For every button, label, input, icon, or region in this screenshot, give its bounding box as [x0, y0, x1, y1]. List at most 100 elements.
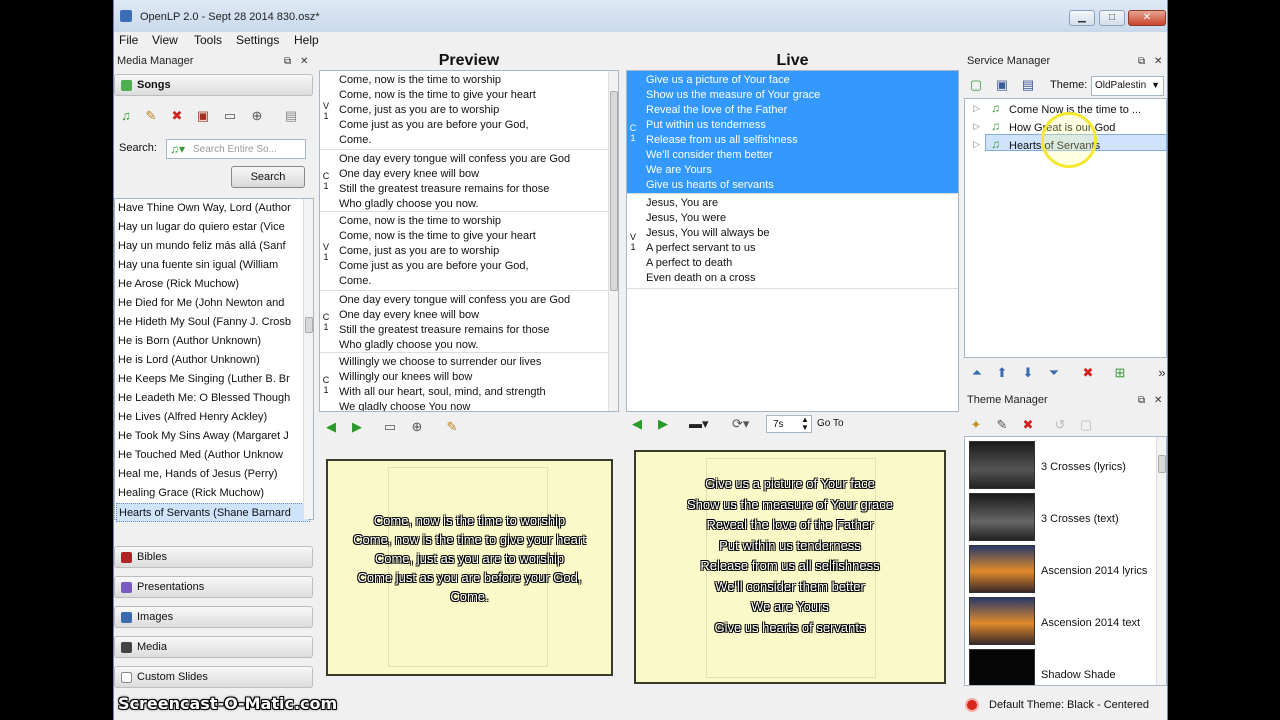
menu-help[interactable]: Help [294, 33, 319, 47]
theme-thumbnail[interactable] [969, 441, 1035, 489]
song-list-item[interactable]: He Died for Me (John Newton and [118, 294, 298, 313]
preview-blank-icon[interactable]: ▭ [382, 420, 398, 433]
theme-scrollbar[interactable] [1156, 437, 1166, 685]
song-list-item[interactable]: He Lives (Alfred Henry Ackley) [118, 408, 298, 427]
edit-theme-icon[interactable]: ✎ [994, 418, 1010, 431]
delete-item-icon[interactable]: ✖ [1080, 366, 1096, 379]
menu-view[interactable]: View [152, 33, 178, 47]
song-list-item[interactable]: Hearts of Servants (Shane Barnard [116, 503, 310, 522]
theme-name[interactable]: Shadow Shade [1041, 669, 1116, 681]
slide-item[interactable]: C 1 Willingly we choose to surrender our … [320, 353, 608, 411]
close-button[interactable]: ✕ [1128, 10, 1166, 26]
close-panel-icon[interactable]: ✕ [1154, 53, 1162, 70]
song-list-item[interactable]: Hay un lugar do quiero estar (Vice [118, 218, 298, 237]
presentations-tab[interactable]: Presentations [114, 576, 313, 598]
search-type-icon[interactable]: ♫▾ [170, 142, 185, 156]
preview-scrollbar[interactable] [608, 71, 618, 411]
slide-item[interactable]: V 1 Jesus, You are Jesus, You were Jesus, Y… [627, 194, 958, 289]
song-list-item[interactable]: He Keeps Me Singing (Luther B. Br [118, 370, 298, 389]
new-service-icon[interactable]: ▢ [968, 78, 984, 91]
song-list-scrollbar[interactable] [303, 199, 313, 519]
images-tab[interactable]: Images [114, 606, 313, 628]
preview-edit-icon[interactable]: ✎ [444, 420, 460, 433]
theme-name[interactable]: 3 Crosses (text) [1041, 513, 1119, 525]
expand-arrow-icon[interactable]: ▷ [973, 103, 980, 114]
float-icon[interactable]: ⧉ [284, 53, 291, 70]
song-list-item[interactable]: Hay un mundo feliz más allá (Sanf [118, 237, 298, 256]
save-service-icon[interactable]: ▤ [1020, 78, 1036, 91]
search-button[interactable]: Search [231, 166, 305, 188]
preview-icon[interactable]: ▣ [195, 109, 211, 122]
theme-name[interactable]: 3 Crosses (lyrics) [1041, 461, 1126, 473]
export-theme-icon[interactable]: ▢ [1078, 418, 1094, 431]
move-top-icon[interactable]: ⏶ [969, 366, 985, 379]
song-list-item[interactable]: He is Lord (Author Unknown) [118, 351, 298, 370]
theme-thumbnail[interactable] [969, 545, 1035, 593]
slide-item[interactable]: C 1 One day every tongue will confess you… [320, 291, 608, 353]
scroll-thumb[interactable] [305, 317, 313, 333]
songs-tab[interactable]: Songs [114, 74, 313, 96]
slide-item[interactable]: C 1 Give us a picture of Your face Show us… [627, 71, 958, 194]
slide-item[interactable]: C 1 One day every tongue will confess you… [320, 150, 608, 212]
delete-song-icon[interactable]: ✖ [169, 109, 185, 122]
song-list-item[interactable]: Hay una fuente sin igual (William [118, 256, 298, 275]
theme-scroll-thumb[interactable] [1158, 455, 1166, 473]
media-tab[interactable]: Media [114, 636, 313, 658]
song-list-item[interactable]: Have Thine Own Way, Lord (Author [118, 199, 298, 218]
search-input[interactable]: ♫▾ Search Entire So... [166, 139, 306, 159]
open-service-icon[interactable]: ▣ [994, 78, 1010, 91]
float-icon[interactable]: ⧉ [1138, 53, 1145, 70]
live-prev-icon[interactable]: ◀ [629, 417, 645, 430]
edit-song-icon[interactable]: ✎ [143, 109, 159, 122]
live-next-icon[interactable]: ▶ [655, 417, 671, 430]
song-list-item[interactable]: He Leadeth Me: O Blessed Though [118, 389, 298, 408]
more-icon[interactable]: » [1154, 366, 1167, 379]
display-mode-icon[interactable]: ▬▾ [689, 417, 709, 430]
delay-spinbox[interactable]: 7s ▲ ▼ [766, 415, 812, 433]
song-list-item[interactable]: He Touched Med (Author Unknow [118, 446, 298, 465]
preview-add-icon[interactable]: ⊕ [409, 420, 425, 433]
delete-theme-icon[interactable]: ✖ [1020, 418, 1036, 431]
loop-icon[interactable]: ⟳▾ [732, 417, 749, 430]
spin-arrows-icon[interactable]: ▲ ▼ [801, 416, 809, 432]
float-icon[interactable]: ⧉ [1138, 392, 1145, 409]
menu-settings[interactable]: Settings [236, 33, 279, 47]
song-list-item[interactable]: Healing Grace (Rick Muchow) [118, 484, 298, 503]
close-panel-icon[interactable]: ✕ [300, 53, 308, 70]
song-list-item[interactable]: He Arose (Rick Muchow) [118, 275, 298, 294]
add-to-service-icon[interactable]: ⊕ [249, 109, 265, 122]
expand-all-icon[interactable]: ⊞ [1112, 366, 1128, 379]
preview-scroll-thumb[interactable] [610, 91, 618, 291]
move-down-icon[interactable]: ⬇ [1020, 366, 1036, 379]
theme-select[interactable]: OldPalestin ▼ [1091, 76, 1164, 96]
expand-arrow-icon[interactable]: ▷ [973, 139, 980, 150]
custom-slides-tab[interactable]: Custom Slides [114, 666, 313, 688]
move-up-icon[interactable]: ⬆ [994, 366, 1010, 379]
import-icon[interactable]: ▤ [283, 109, 299, 122]
slide-item[interactable]: V 1 Come, now is the time to worship Come,… [320, 71, 608, 150]
theme-name[interactable]: Ascension 2014 lyrics [1041, 565, 1147, 577]
maximize-button[interactable]: □ [1099, 10, 1125, 26]
close-panel-icon[interactable]: ✕ [1154, 392, 1162, 409]
menu-tools[interactable]: Tools [194, 33, 222, 47]
new-theme-icon[interactable]: ✦ [968, 418, 984, 431]
theme-name[interactable]: Ascension 2014 text [1041, 617, 1140, 629]
live-icon[interactable]: ▭ [222, 109, 238, 122]
goto-button[interactable]: Go To [817, 418, 844, 429]
song-list-item[interactable]: Heal me, Hands of Jesus (Perry) [118, 465, 298, 484]
preview-next-icon[interactable]: ▶ [349, 420, 365, 433]
preview-prev-icon[interactable]: ◀ [323, 420, 339, 433]
import-theme-icon[interactable]: ↺ [1052, 418, 1068, 431]
minimize-button[interactable]: ▁ [1069, 10, 1095, 26]
theme-thumbnail[interactable] [969, 493, 1035, 541]
new-song-icon[interactable]: ♫ [118, 109, 134, 122]
move-bottom-icon[interactable]: ⏷ [1046, 366, 1062, 379]
theme-thumbnail[interactable] [969, 597, 1035, 645]
bibles-tab[interactable]: Bibles [114, 546, 313, 568]
song-list-item[interactable]: He is Born (Author Unknown) [118, 332, 298, 351]
song-list-item[interactable]: He Hideth My Soul (Fanny J. Crosb [118, 313, 298, 332]
expand-arrow-icon[interactable]: ▷ [973, 121, 980, 132]
slide-item[interactable]: V 1 Come, now is the time to worship Come,… [320, 212, 608, 291]
theme-thumbnail[interactable] [969, 649, 1035, 685]
song-list-item[interactable]: He Took My Sins Away (Margaret J [118, 427, 298, 446]
